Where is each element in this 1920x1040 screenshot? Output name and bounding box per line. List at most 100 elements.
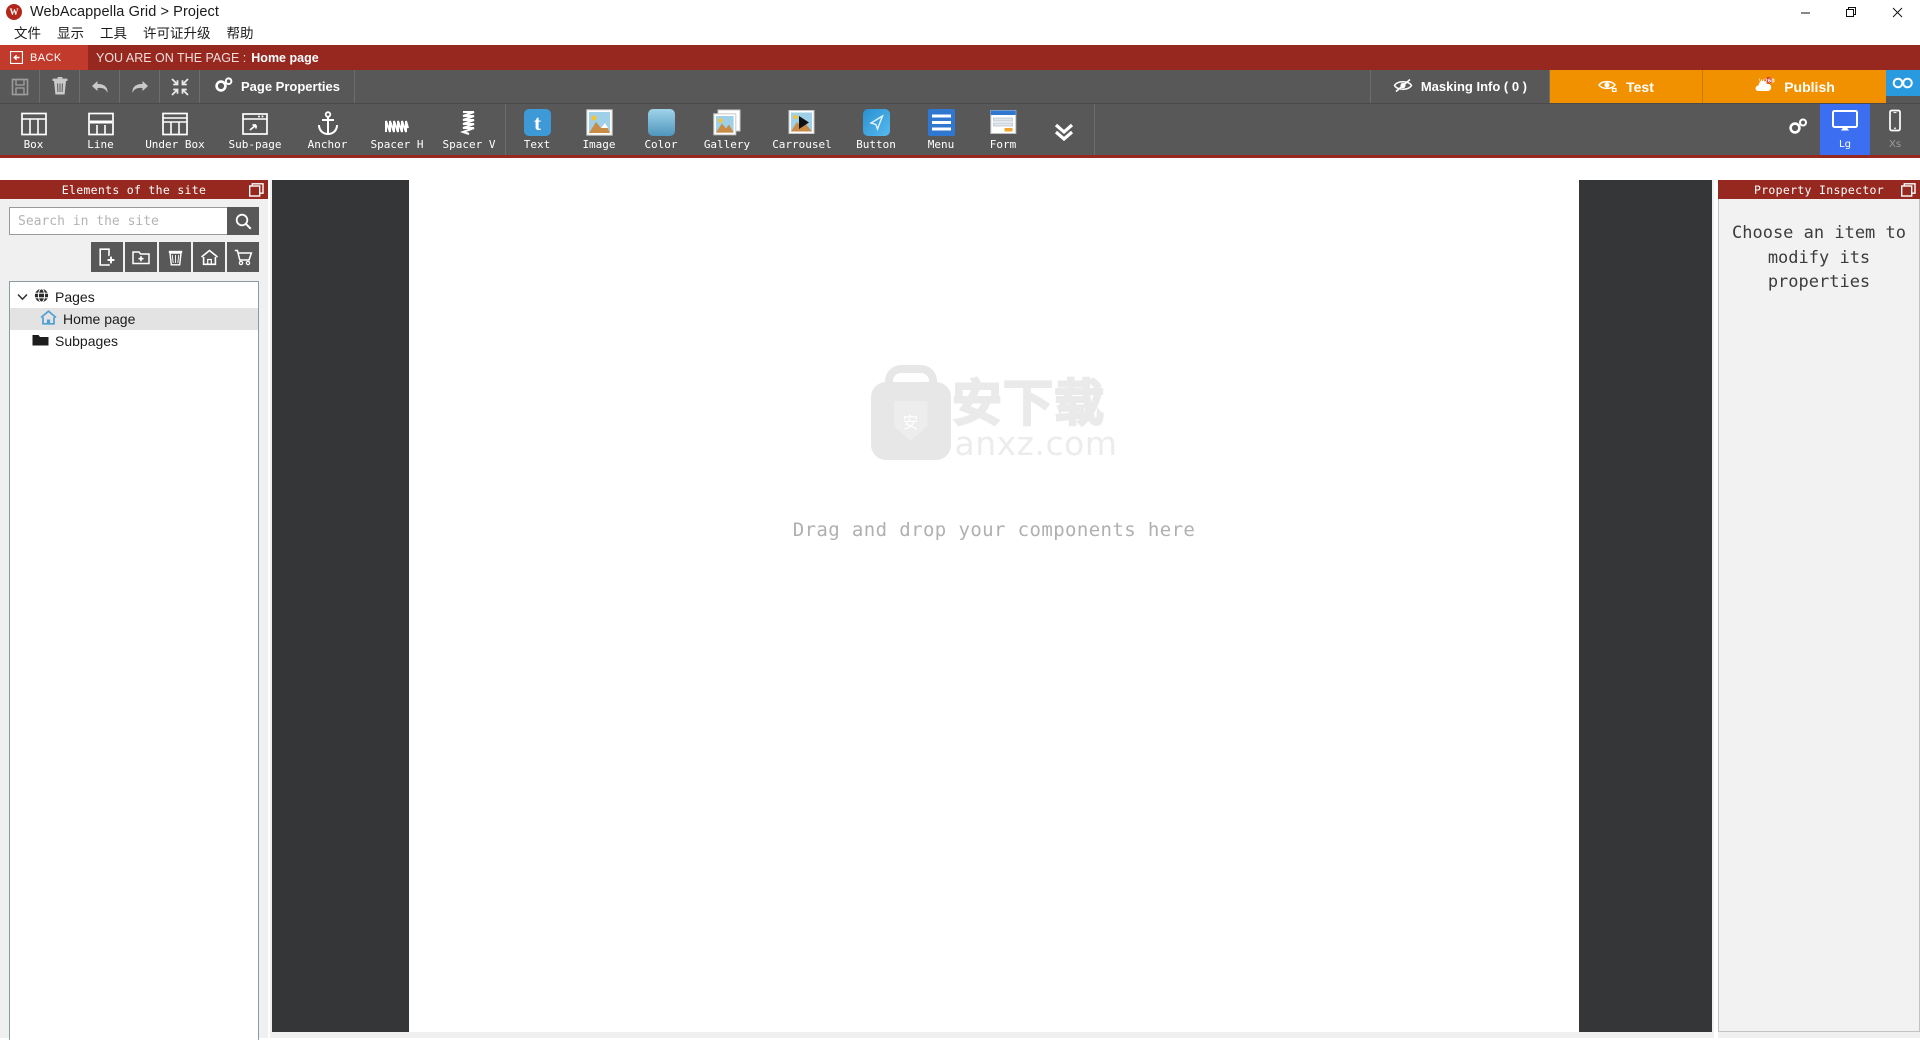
undo-icon [91,80,108,93]
masking-info-button[interactable]: Masking Info ( 0 ) [1371,70,1550,103]
tree-node-home-page[interactable]: Home page [10,308,258,330]
chevron-down-icon[interactable] [16,293,28,301]
collapse-button[interactable] [160,70,200,103]
test-label: Test [1626,78,1654,95]
menu-help[interactable]: 帮助 [219,24,262,45]
menu-tools[interactable]: 工具 [92,24,135,45]
menu-view[interactable]: 显示 [49,24,92,45]
component-label: Image [582,138,616,151]
component-label: Anchor [307,138,348,151]
component-anchor[interactable]: Anchor [294,104,361,155]
tree-node-subpages[interactable]: Subpages [10,330,258,352]
carrousel-icon [788,110,816,136]
component-box[interactable]: Box [0,104,67,155]
site-elements-panel: Elements of the site Search in the site … [0,180,268,1040]
maximize-button[interactable] [1828,0,1874,24]
chevron-double-down-icon [1051,118,1077,144]
publish-button[interactable]: \u2605 Publish [1703,70,1886,103]
redo-button[interactable] [120,70,160,103]
component-gallery[interactable]: Gallery [692,104,762,155]
component-line[interactable]: Line [67,104,134,155]
component-spacer-h[interactable]: Spacer H [361,104,433,155]
page-prefix-label: YOU ARE ON THE PAGE : [96,50,247,65]
canvas-backdrop: 安 安下载 anxz.com Drag and drop your compon… [272,180,1712,1032]
test-button[interactable]: Test [1550,70,1703,103]
tree-node-label: Pages [55,289,95,305]
component-sub-page[interactable]: Sub-page [216,104,294,155]
component-spacer-v[interactable]: Spacer V [433,104,505,155]
desktop-icon [1831,109,1859,138]
component-carrousel[interactable]: Carrousel [762,104,842,155]
undock-icon[interactable] [248,182,264,197]
component-label: Sub-page [228,138,282,151]
back-button[interactable]: BACK [0,45,88,70]
component-text[interactable]: t Text [506,104,568,155]
application-window: W WebAcappella Grid > Project 文件 显示 工具 许… [0,0,1920,1040]
component-label: Line [87,138,114,151]
delete-button[interactable] [159,242,191,272]
title-bar: W WebAcappella Grid > Project [0,0,1920,24]
undock-icon[interactable] [1900,182,1916,197]
redo-icon [131,80,148,93]
component-color[interactable]: Color [630,104,692,155]
undo-button[interactable] [80,70,120,103]
box-icon [20,110,47,136]
home-icon [40,310,57,328]
trash-icon [52,77,67,95]
watermark-url-label: anxz.com [954,424,1118,463]
close-button[interactable] [1874,0,1920,24]
minimize-button[interactable] [1782,0,1828,24]
app-logo-icon: W [6,4,22,20]
set-home-button[interactable] [193,242,225,272]
component-label: Gallery [703,138,751,151]
page-properties-button[interactable]: Page Properties [200,70,355,103]
component-under-box[interactable]: Under Box [134,104,216,155]
tree-node-pages[interactable]: Pages [10,286,258,308]
component-toolbar: Box Line Under Box Sub-page Anchor Space… [0,104,1920,158]
save-button[interactable] [0,70,40,103]
component-menu[interactable]: Menu [910,104,972,155]
component-label: Carrousel [772,138,832,151]
masked-eye-icon [1393,78,1413,96]
page-canvas[interactable]: 安 安下载 anxz.com Drag and drop your compon… [409,180,1579,1032]
add-page-button[interactable] [91,242,123,272]
viewport-settings-button[interactable] [1776,104,1820,155]
globe-icon [34,288,49,306]
component-button[interactable]: Button [842,104,910,155]
viewport-xs-button[interactable]: Xs [1870,104,1920,155]
search-icon [235,213,252,230]
watermark-bag-icon: 安 [870,382,951,460]
component-image[interactable]: Image [568,104,630,155]
component-label: Spacer V [442,138,496,151]
add-folder-button[interactable] [125,242,157,272]
window-controls [1782,0,1920,24]
component-label: Form [989,138,1017,151]
new-folder-icon [132,251,150,265]
collapse-icon [170,77,189,96]
cloud-account-badge[interactable] [1886,70,1920,96]
tree-node-label: Subpages [55,333,119,349]
watermark-cn-label: 安下载 [951,375,1106,432]
viewport-lg-button[interactable]: Lg [1820,104,1870,155]
component-form[interactable]: Form [972,104,1034,155]
under-box-icon [162,110,188,136]
svg-text:t: t [534,111,541,135]
menu-file[interactable]: 文件 [6,24,49,45]
gears-icon [214,76,233,97]
shop-button[interactable] [227,242,259,272]
folder-icon [32,333,49,350]
search-input[interactable] [9,207,227,235]
more-components-button[interactable] [1034,104,1094,155]
cloud-link-icon [1892,77,1913,89]
site-tree[interactable]: Pages Home page Subpages [9,281,259,1040]
page-context-bar: BACK YOU ARE ON THE PAGE : Home page [0,45,1920,70]
publish-label: Publish [1784,78,1835,95]
menu-license-upgrade[interactable]: 许可证升级 [135,24,219,45]
eye-icon [1598,78,1617,95]
property-inspector-title: Property Inspector [1753,182,1885,197]
delete-button[interactable] [40,70,80,103]
publish-cloud-icon: \u2605 [1754,77,1779,96]
anchor-icon [316,110,340,136]
menu-bar: 文件 显示 工具 许可证升级 帮助 [0,24,1920,45]
search-button[interactable] [227,207,259,235]
